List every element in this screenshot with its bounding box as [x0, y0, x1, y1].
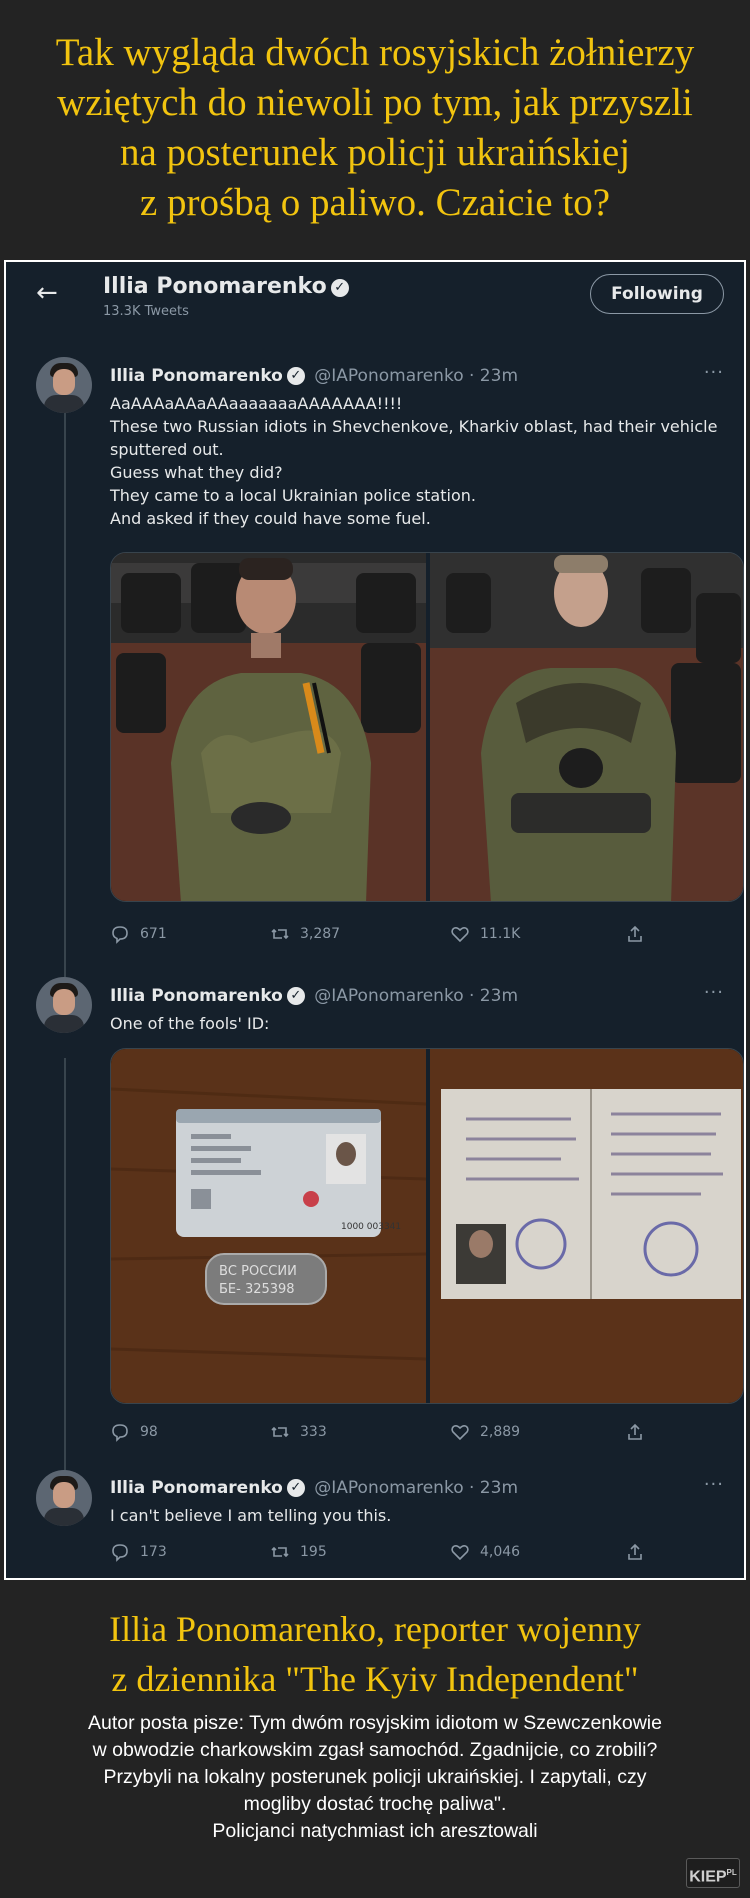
share-icon — [628, 1423, 642, 1440]
retweet-count: 195 — [300, 1544, 327, 1560]
headline: Tak wygląda dwóch rosyjskich żołnierzy w… — [0, 28, 750, 228]
author-name[interactable]: Illia Ponomarenko — [110, 986, 283, 1006]
retweet-count: 3,287 — [300, 926, 341, 942]
headline-line: wziętych do niewoli po tym, jak przyszli — [57, 81, 693, 124]
profile-header: ← Illia Ponomarenko ✓ 13.3K Tweets Follow… — [6, 262, 744, 324]
watermark-logo[interactable]: KIEPPL — [686, 1858, 740, 1888]
tweet-text-line: AaAAAaAAaAAaaaaaaaAAAAAAA!!!! — [110, 394, 403, 413]
retweet-action[interactable]: 3,287 — [270, 924, 340, 944]
like-action[interactable]: 11.1K — [450, 924, 520, 944]
reply-icon — [112, 1424, 128, 1442]
heart-icon — [451, 926, 469, 943]
like-action[interactable]: 4,046 — [450, 1542, 520, 1562]
verified-icon: ✓ — [330, 279, 349, 297]
description-line: Przybyli na lokalny posterunek policji u… — [103, 1766, 647, 1788]
tweet-screenshot: ← Illia Ponomarenko ✓ 13.3K Tweets Follow… — [4, 260, 746, 1580]
more-icon[interactable]: ··· — [704, 362, 724, 383]
tweet-text-line: Guess what they did? — [110, 463, 283, 482]
retweet-count: 333 — [300, 1424, 327, 1440]
like-count: 11.1K — [480, 926, 521, 942]
tweet-actions: 98 333 2,889 — [110, 1422, 650, 1444]
tweet-photos[interactable]: 1000 003341 ВС РОССИИ БЕ- 325398 — [110, 1048, 744, 1404]
tweet-text-line: These two Russian idiots in Shevchenkove… — [110, 417, 718, 436]
verified-icon: ✓ — [286, 1479, 305, 1497]
author-handle: @IAPonomarenko · 23m — [314, 366, 518, 386]
tweet-count: 13.3K Tweets — [103, 304, 189, 319]
more-icon[interactable]: ··· — [704, 982, 724, 1003]
tweet-text: One of the fools' ID: — [110, 1012, 720, 1035]
reply-icon — [112, 926, 128, 944]
heart-icon — [451, 1424, 469, 1441]
reply-count: 98 — [140, 1424, 158, 1440]
tweet-actions: 671 3,287 11.1K — [110, 924, 650, 946]
share-action[interactable] — [625, 1422, 645, 1442]
more-icon[interactable]: ··· — [704, 1474, 724, 1495]
tweet-text-line: sputtered out. — [110, 440, 224, 459]
author-handle: @IAPonomarenko · 23m — [314, 986, 518, 1006]
retweet-icon — [271, 1426, 289, 1438]
tweet-text-line: They came to a local Ukrainian police st… — [110, 486, 476, 505]
id-documents-photo: 1000 003341 ВС РОССИИ БЕ- 325398 — [111, 1049, 743, 1403]
description-line: w obwodzie charkowskim zgasł samochód. Z… — [92, 1739, 658, 1761]
profile-name: Illia Ponomarenko — [103, 274, 327, 299]
description-line: Policjanci natychmiast ich aresztowali — [212, 1820, 538, 1842]
soldiers-photo — [111, 553, 743, 901]
reply-count: 671 — [140, 926, 167, 942]
share-action[interactable] — [625, 1542, 645, 1562]
retweet-action[interactable]: 195 — [270, 1542, 327, 1562]
avatar[interactable] — [36, 977, 92, 1033]
share-icon — [628, 1543, 642, 1560]
reply-count: 173 — [140, 1544, 167, 1560]
tweet-text-line: And asked if they could have some fuel. — [110, 509, 431, 528]
verified-icon: ✓ — [286, 987, 305, 1005]
avatar[interactable] — [36, 1470, 92, 1526]
thread-connector — [64, 1058, 66, 1478]
retweet-action[interactable]: 333 — [270, 1422, 327, 1442]
share-action[interactable] — [625, 924, 645, 944]
caption-line: Illia Ponomarenko, reporter wojenny — [109, 1609, 641, 1649]
following-button[interactable]: Following — [590, 274, 724, 314]
tweet-photos[interactable] — [110, 552, 744, 902]
author-name[interactable]: Illia Ponomarenko — [110, 366, 283, 386]
tweet-text-line: One of the fools' ID: — [110, 1014, 270, 1033]
verified-icon: ✓ — [286, 367, 305, 385]
author-handle: @IAPonomarenko · 23m — [314, 1478, 518, 1498]
headline-line: Tak wygląda dwóch rosyjskich żołnierzy — [55, 31, 695, 74]
like-count: 4,046 — [480, 1544, 521, 1560]
reply-action[interactable]: 671 — [110, 924, 167, 944]
description: Autor posta pisze: Tym dwóm rosyjskim id… — [8, 1710, 742, 1845]
watermark-text: KIEP — [689, 1868, 727, 1886]
author-name[interactable]: Illia Ponomarenko — [110, 1478, 283, 1498]
like-action[interactable]: 2,889 — [450, 1422, 520, 1442]
arrow-left-icon[interactable]: ← — [36, 278, 58, 308]
tweet-actions: 173 195 4,046 — [110, 1542, 650, 1564]
thread-connector — [64, 392, 66, 1012]
heart-icon — [451, 1544, 469, 1561]
description-line: Autor posta pisze: Tym dwóm rosyjskim id… — [87, 1712, 662, 1734]
share-icon — [628, 925, 642, 942]
retweet-icon — [271, 1546, 289, 1558]
headline-line: na posterunek policji ukraińskiej — [119, 131, 631, 174]
reply-action[interactable]: 173 — [110, 1542, 167, 1562]
tweet-text-line: I can't believe I am telling you this. — [110, 1506, 392, 1525]
twitter-thread: ← Illia Ponomarenko ✓ 13.3K Tweets Follow… — [6, 262, 744, 1578]
description-line: mogliby dostać trochę paliwa". — [243, 1793, 507, 1815]
tag-line2: БЕ- 325398 — [219, 1282, 295, 1297]
avatar[interactable] — [36, 357, 92, 413]
card-number: 1000 003341 — [341, 1222, 401, 1232]
tweet-text: I can't believe I am telling you this. — [110, 1504, 720, 1527]
reply-icon — [112, 1544, 128, 1562]
like-count: 2,889 — [480, 1424, 521, 1440]
retweet-icon — [271, 928, 289, 940]
tag-line1: ВС РОССИИ — [219, 1264, 297, 1279]
tweet-text: AaAAAaAAaAAaaaaaaaAAAAAAA!!!! These two … — [110, 392, 720, 530]
reply-action[interactable]: 98 — [110, 1422, 158, 1442]
caption-line: z dziennika "The Kyiv Independent" — [111, 1659, 639, 1699]
caption: Illia Ponomarenko, reporter wojenny z dz… — [0, 1604, 750, 1704]
watermark-suffix: PL — [726, 1868, 737, 1877]
headline-line: z prośbą o paliwo. Czaicie to? — [140, 181, 610, 224]
